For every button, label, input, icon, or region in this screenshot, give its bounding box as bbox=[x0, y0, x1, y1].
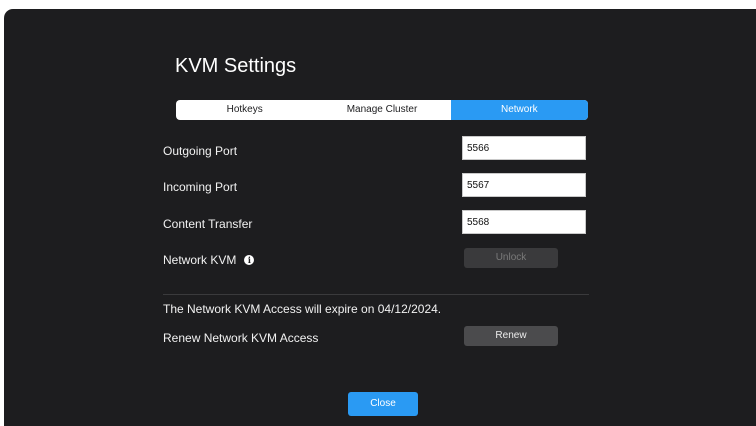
settings-tabs: Hotkeys Manage Cluster Network bbox=[176, 100, 588, 120]
tab-manage-cluster[interactable]: Manage Cluster bbox=[313, 100, 450, 120]
incoming-port-field[interactable] bbox=[462, 173, 586, 197]
page-title: KVM Settings bbox=[175, 55, 297, 77]
unlock-button[interactable]: Unlock bbox=[464, 248, 558, 268]
outgoing-port-label: Outgoing Port bbox=[163, 144, 238, 158]
kvm-settings-window: KVM Settings Hotkeys Manage Cluster Netw… bbox=[4, 9, 756, 426]
content-transfer-label: Content Transfer bbox=[163, 217, 253, 231]
renew-label: Renew Network KVM Access bbox=[163, 331, 319, 345]
network-kvm-label: Network KVM bbox=[163, 253, 237, 267]
content-transfer-field[interactable] bbox=[462, 210, 586, 234]
expiry-text: The Network KVM Access will expire on 04… bbox=[163, 302, 442, 316]
tab-hotkeys[interactable]: Hotkeys bbox=[176, 100, 313, 120]
network-kvm-row: Network KVM i bbox=[163, 253, 255, 267]
section-divider bbox=[163, 294, 589, 295]
tab-network[interactable]: Network bbox=[450, 100, 588, 120]
close-button[interactable]: Close bbox=[348, 392, 418, 416]
renew-button[interactable]: Renew bbox=[464, 326, 558, 346]
incoming-port-label: Incoming Port bbox=[163, 180, 238, 194]
outgoing-port-field[interactable] bbox=[462, 136, 586, 160]
info-icon[interactable]: i bbox=[244, 255, 255, 265]
